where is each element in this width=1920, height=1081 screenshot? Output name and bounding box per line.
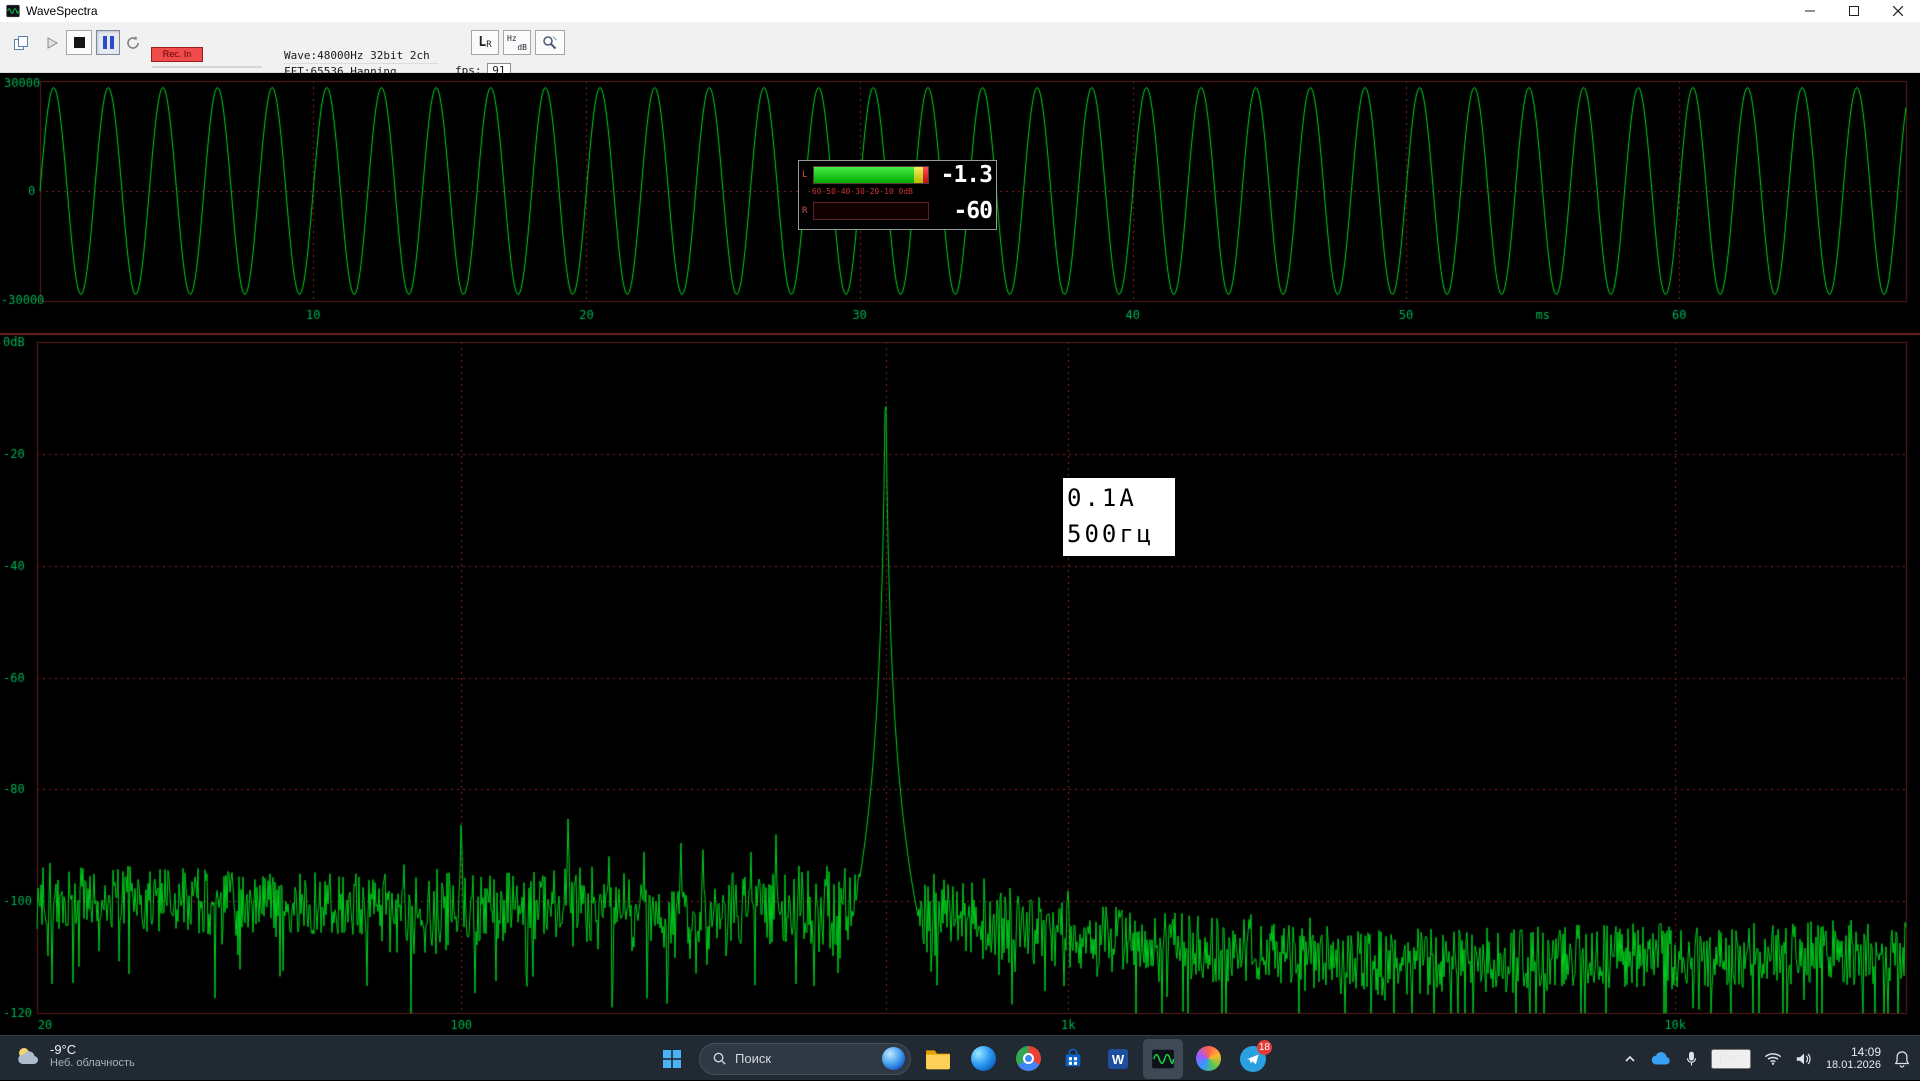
search-highlight-icon xyxy=(882,1047,905,1070)
telegram-badge: 18 xyxy=(1257,1040,1272,1055)
tray-time: 14:09 xyxy=(1826,1045,1881,1059)
tray-date: 18.01.2026 xyxy=(1826,1059,1881,1072)
close-button[interactable] xyxy=(1876,0,1920,22)
taskbar-center: Поиск W 18 xyxy=(652,1038,1273,1079)
meter-red-fill xyxy=(923,167,928,183)
volume-icon[interactable] xyxy=(1795,1051,1813,1067)
maximize-button[interactable] xyxy=(1832,0,1876,22)
window-controls xyxy=(1788,0,1920,22)
taskbar: -9°C Неб. облачность Поиск W 18 xyxy=(0,1035,1920,1080)
meter-left-bar xyxy=(813,166,929,184)
taskbar-search[interactable]: Поиск xyxy=(699,1043,911,1075)
minimize-button[interactable] xyxy=(1788,0,1832,22)
annotation-line2: 500гц xyxy=(1067,516,1171,552)
spectrum-panel: 0.1A 500гц xyxy=(0,333,1920,1035)
taskbar-app-file-explorer[interactable] xyxy=(918,1039,958,1079)
repeat-button[interactable] xyxy=(122,30,144,55)
weather-desc: Неб. облачность xyxy=(50,1057,135,1069)
photos-icon xyxy=(1196,1046,1221,1071)
taskbar-app-chrome[interactable] xyxy=(1008,1039,1048,1079)
minimize-icon xyxy=(1805,6,1815,16)
microphone-icon[interactable] xyxy=(1685,1050,1698,1068)
meter-green-fill xyxy=(814,167,914,183)
taskbar-weather-widget[interactable]: -9°C Неб. облачность xyxy=(8,1040,141,1071)
channel-r-label: R xyxy=(486,40,491,50)
window-title: WaveSpectra xyxy=(26,4,98,18)
play-icon xyxy=(45,36,59,50)
search-icon xyxy=(712,1051,727,1066)
channel-lr-button[interactable]: LR xyxy=(471,30,499,55)
svg-text:W: W xyxy=(1112,1052,1125,1067)
copy-window-button[interactable] xyxy=(8,30,34,55)
toolbar: Rec. In Wave:48000Hz 32bit 2ch FFT:65536… xyxy=(0,22,1920,73)
taskbar-clock[interactable]: 14:09 18.01.2026 xyxy=(1826,1045,1881,1072)
search-placeholder: Поиск xyxy=(735,1051,771,1066)
annotation-line1: 0.1A xyxy=(1067,480,1171,516)
taskbar-apps: W 18 xyxy=(918,1039,1273,1079)
taskbar-app-edge[interactable] xyxy=(963,1039,1003,1079)
app-icon xyxy=(6,4,20,18)
meter-right-channel-label: R xyxy=(799,206,813,216)
weather-temp: -9°C xyxy=(50,1042,135,1057)
meter-left-channel-label: L xyxy=(799,170,813,180)
windows-logo-icon xyxy=(660,1047,684,1071)
rec-in-indicator: Rec. In xyxy=(151,47,203,62)
meter-scale: -60-50-40-30-20-10 0dB xyxy=(807,187,947,196)
taskbar-app-word[interactable]: W xyxy=(1098,1039,1138,1079)
language-indicator[interactable]: РУС xyxy=(1711,1049,1751,1069)
taskbar-app-store[interactable] xyxy=(1053,1039,1093,1079)
tray-chevron-button[interactable] xyxy=(1623,1052,1637,1066)
edge-icon xyxy=(971,1046,996,1071)
weather-icon xyxy=(14,1044,42,1068)
onedrive-icon[interactable] xyxy=(1650,1051,1672,1066)
system-tray: РУС 14:09 18.01.2026 xyxy=(1623,1036,1916,1081)
meter-left-value: -1.3 xyxy=(941,165,996,185)
close-icon xyxy=(1893,6,1903,16)
level-meter: L -1.3 -60-50-40-30-20-10 0dB R -60 xyxy=(798,160,997,230)
maximize-icon xyxy=(1849,6,1859,16)
channel-l-label: L xyxy=(478,35,486,50)
taskbar-app-telegram[interactable]: 18 xyxy=(1233,1039,1273,1079)
store-icon xyxy=(1062,1048,1084,1070)
chevron-up-icon xyxy=(1623,1052,1637,1066)
pause-button[interactable] xyxy=(96,30,120,55)
stop-icon xyxy=(74,37,85,48)
weather-text: -9°C Неб. облачность xyxy=(50,1042,135,1069)
meter-right-bar xyxy=(813,202,929,220)
waveform-panel: L -1.3 -60-50-40-30-20-10 0dB R -60 xyxy=(0,73,1920,333)
rec-progress-track xyxy=(152,66,262,68)
settings-button[interactable] xyxy=(535,30,565,55)
chrome-icon xyxy=(1016,1046,1041,1071)
wifi-icon[interactable] xyxy=(1764,1051,1782,1066)
stop-button[interactable] xyxy=(66,30,92,55)
meter-yellow-fill xyxy=(914,167,923,183)
meter-row-right: R -60 xyxy=(799,201,996,221)
pause-icon xyxy=(103,36,114,49)
tools-icon xyxy=(541,34,559,52)
db-label: dB xyxy=(517,43,527,52)
wavespectra-icon xyxy=(1150,1046,1176,1072)
folder-icon xyxy=(925,1047,951,1071)
meter-row-left: L -1.3 xyxy=(799,165,996,185)
meter-right-value: -60 xyxy=(953,201,996,221)
repeat-icon xyxy=(125,35,141,51)
word-icon: W xyxy=(1106,1047,1130,1071)
start-button[interactable] xyxy=(652,1039,692,1079)
annotation-note: 0.1A 500гц xyxy=(1063,478,1175,556)
play-button[interactable] xyxy=(40,30,64,55)
titlebar: WaveSpectra xyxy=(0,0,1920,22)
notification-bell-icon[interactable] xyxy=(1894,1050,1910,1068)
hz-label: Hz xyxy=(507,34,517,43)
taskbar-app-photos[interactable] xyxy=(1188,1039,1228,1079)
screen: WaveSpectra Rec. In Wave:48000Hz 32bit 2… xyxy=(0,0,1920,1080)
spectrum-plot[interactable] xyxy=(0,333,1920,1035)
wave-format-text: Wave:48000Hz 32bit 2ch xyxy=(284,48,438,64)
copy-icon xyxy=(13,35,29,51)
axis-units-button[interactable]: HzdB xyxy=(503,30,531,55)
taskbar-app-wavespectra[interactable] xyxy=(1143,1039,1183,1079)
